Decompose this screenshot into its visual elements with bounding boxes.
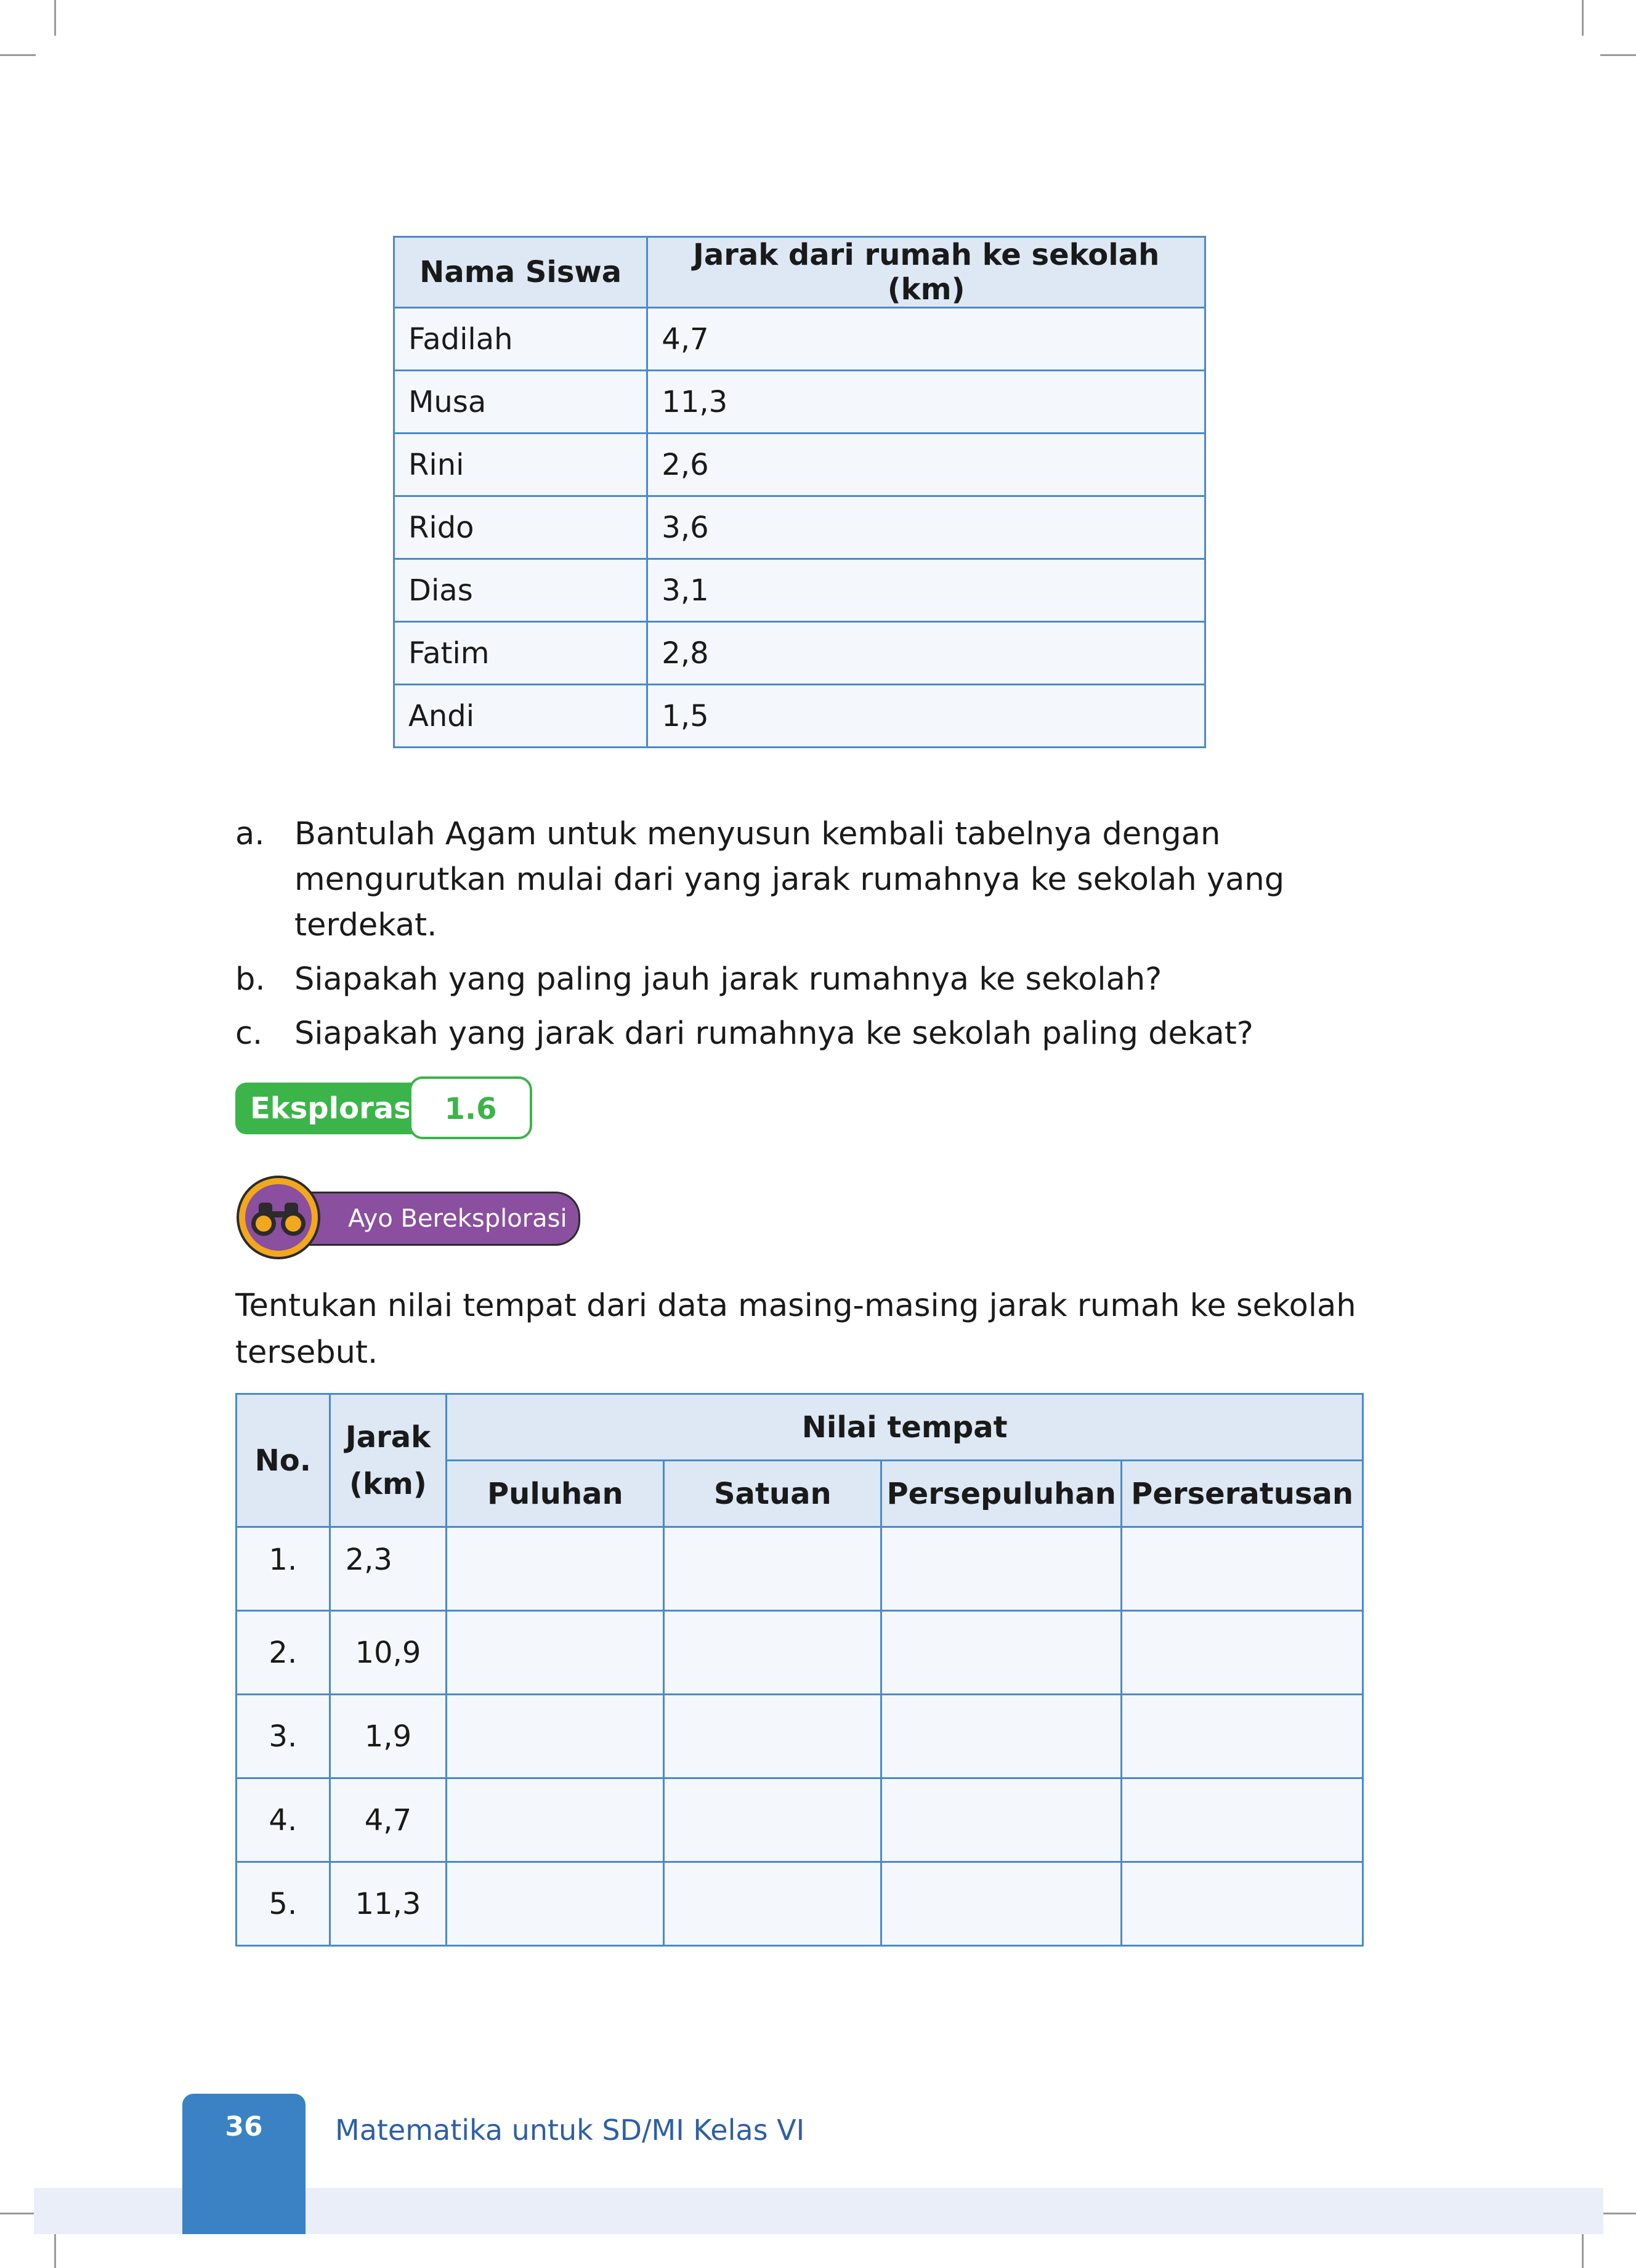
table-row: 1. 2,3 (235, 1526, 1364, 1612)
question-text: Siapakah yang jarak dari rumahnya ke sek… (294, 1015, 1253, 1052)
header-jarak: Jarak dari rumah ke sekolah (km) (646, 236, 1206, 309)
cell-distance: 2,8 (646, 621, 1206, 685)
question-text: Bantulah Agam untuk menyusun kembali tab… (294, 816, 1285, 943)
ayo-bereksplorasi-label: Ayo Bereksplorasi (278, 1192, 580, 1246)
table-row: Rido 3,6 (392, 495, 1206, 560)
table-row: Dias 3,1 (392, 558, 1206, 623)
question-letter: b. (235, 961, 265, 998)
cell-empty (880, 1610, 1123, 1695)
table-row: 5. 11,3 (235, 1861, 1364, 1947)
crop-mark (1582, 2232, 1584, 2268)
header-no: No. (235, 1393, 331, 1528)
cell-empty (1120, 1610, 1364, 1695)
cell-name: Fadilah (392, 307, 649, 371)
cell-empty (1120, 1777, 1364, 1863)
cell-jarak: 4,7 (328, 1777, 448, 1863)
crop-mark (1600, 2213, 1636, 2214)
crop-mark (0, 2213, 36, 2214)
header-satuan: Satuan (663, 1459, 883, 1528)
cell-empty (445, 1610, 665, 1695)
header-jarak: Jarak (km) (328, 1393, 448, 1528)
cell-jarak: 1,9 (328, 1693, 448, 1779)
cell-distance: 2,6 (646, 432, 1206, 497)
distance-table: Nama Siswa Jarak dari rumah ke sekolah (… (392, 236, 1206, 748)
cell-no: 4. (235, 1777, 331, 1863)
cell-empty (445, 1861, 665, 1947)
cell-distance: 1,5 (646, 684, 1206, 748)
cell-name: Fatim (392, 621, 649, 685)
crop-mark (54, 0, 56, 36)
cell-empty (445, 1693, 665, 1779)
cell-jarak: 2,3 (328, 1526, 448, 1612)
table-row: 2. 10,9 (235, 1610, 1364, 1695)
cell-empty (445, 1526, 665, 1612)
cell-empty (1120, 1526, 1364, 1612)
cell-no: 3. (235, 1693, 331, 1779)
cell-no: 5. (235, 1861, 331, 1947)
crop-mark (0, 54, 36, 56)
header-nama-siswa: Nama Siswa (392, 236, 649, 309)
cell-name: Rini (392, 432, 649, 497)
page-number: 36 (182, 2094, 306, 2234)
question-list: a. Bantulah Agam untuk menyusun kembali … (235, 812, 1406, 1065)
crop-mark (1600, 54, 1636, 56)
cell-empty (880, 1693, 1123, 1779)
cell-empty (880, 1861, 1123, 1947)
header-puluhan: Puluhan (445, 1459, 665, 1528)
question-item: c. Siapakah yang jarak dari rumahnya ke … (235, 1011, 1406, 1057)
cell-jarak: 11,3 (328, 1861, 448, 1947)
table-header-row: Nama Siswa Jarak dari rumah ke sekolah (… (392, 236, 1206, 309)
cell-empty (663, 1610, 883, 1695)
cell-name: Rido (392, 495, 649, 560)
question-letter: c. (235, 1015, 263, 1052)
crop-mark (54, 2232, 56, 2268)
table-row: Rini 2,6 (392, 432, 1206, 497)
place-value-table: No. Jarak (km) Nilai tempat Puluhan Satu… (235, 1393, 1364, 1947)
table-row: Musa 11,3 (392, 369, 1206, 434)
cell-no: 1. (235, 1526, 331, 1612)
cell-empty (1120, 1693, 1364, 1779)
cell-empty (880, 1777, 1123, 1863)
cell-no: 2. (235, 1610, 331, 1695)
cell-empty (880, 1526, 1123, 1612)
cell-empty (663, 1777, 883, 1863)
table-header-row: No. Jarak (km) Nilai tempat (235, 1393, 1364, 1528)
eksplorasi-label: Eksplorasi (235, 1083, 421, 1134)
question-letter: a. (235, 816, 265, 852)
cell-distance: 4,7 (646, 307, 1206, 371)
table-row: Andi 1,5 (392, 684, 1206, 748)
cell-distance: 3,6 (646, 495, 1206, 560)
instruction-paragraph: Tentukan nilai tempat dari data masing-m… (235, 1288, 1356, 1371)
cell-name: Musa (392, 369, 649, 434)
header-persepuluhan: Persepuluhan (880, 1459, 1123, 1528)
book-title: Matematika untuk SD/MI Kelas VI (335, 2113, 805, 2147)
question-item: b. Siapakah yang paling jauh jarak rumah… (235, 957, 1406, 1003)
cell-jarak: 10,9 (328, 1610, 448, 1695)
header-nilai-tempat: Nilai tempat (445, 1393, 1364, 1461)
header-perseratusan: Perseratusan (1120, 1459, 1364, 1528)
cell-distance: 11,3 (646, 369, 1206, 434)
crop-mark (1582, 0, 1584, 36)
cell-name: Andi (392, 684, 649, 748)
question-item: a. Bantulah Agam untuk menyusun kembali … (235, 812, 1406, 948)
cell-distance: 3,1 (646, 558, 1206, 623)
binoculars-icon (237, 1176, 320, 1259)
cell-name: Dias (392, 558, 649, 623)
cell-empty (663, 1861, 883, 1947)
question-text: Siapakah yang paling jauh jarak rumahnya… (294, 961, 1162, 998)
cell-empty (663, 1526, 883, 1612)
eksplorasi-number: 1.6 (409, 1076, 532, 1139)
table-row: Fadilah 4,7 (392, 307, 1206, 371)
cell-empty (445, 1777, 665, 1863)
cell-empty (663, 1693, 883, 1779)
ayo-bereksplorasi-banner: Ayo Bereksplorasi (235, 1174, 580, 1261)
table-row: Fatim 2,8 (392, 621, 1206, 685)
cell-empty (1120, 1861, 1364, 1947)
table-row: 3. 1,9 (235, 1693, 1364, 1779)
table-row: 4. 4,7 (235, 1777, 1364, 1863)
